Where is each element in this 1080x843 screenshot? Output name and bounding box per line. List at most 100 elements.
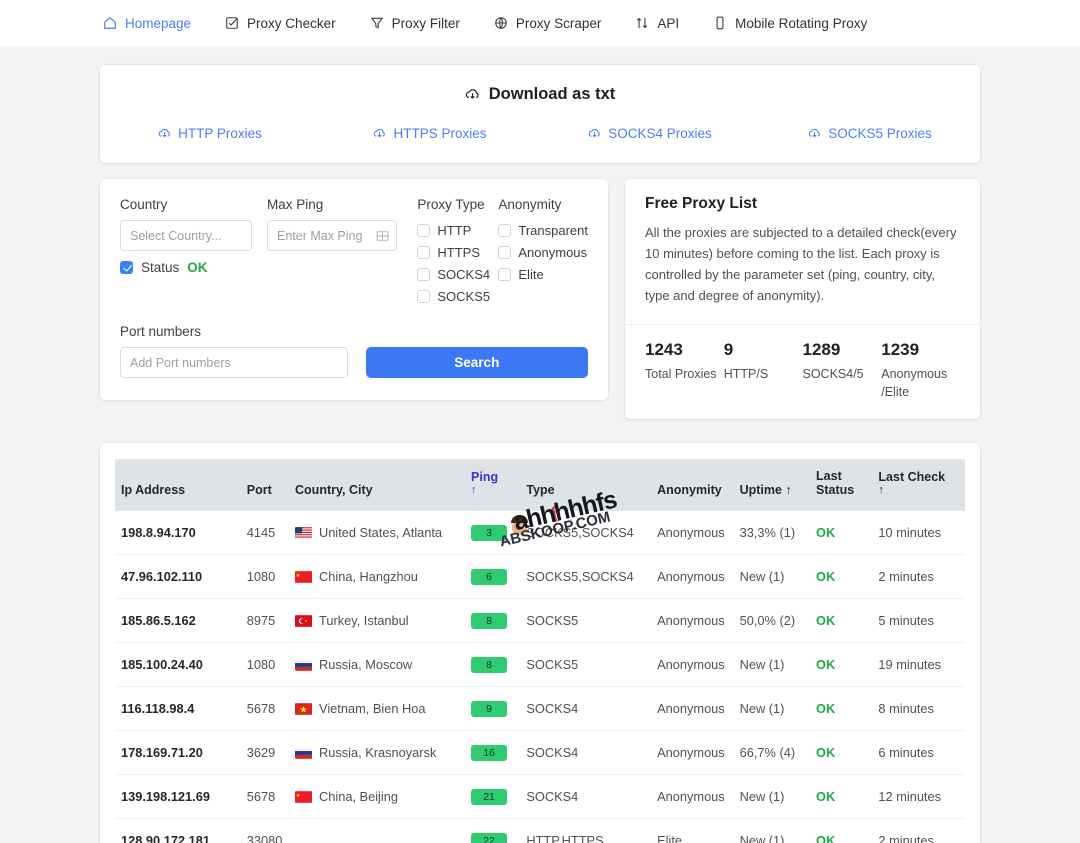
nav-label: Proxy Filter	[392, 16, 460, 31]
stepper-icon[interactable]	[376, 230, 389, 242]
checkbox[interactable]	[417, 246, 430, 259]
cell-anonymity: Anonymous	[651, 775, 733, 819]
status-badge: OK	[816, 569, 835, 584]
info-description: All the proxies are subjected to a detai…	[645, 222, 960, 306]
download-http-proxies[interactable]: HTTP Proxies	[100, 126, 320, 141]
status-ok-filter[interactable]: Status OK	[120, 260, 252, 275]
col-country-city[interactable]: Country, City	[289, 459, 465, 511]
checkbox[interactable]	[498, 246, 511, 259]
table-head: Ip Address Port Country, City Ping ↑ Typ…	[115, 459, 965, 511]
download-title-text: Download as txt	[489, 85, 616, 104]
cell-country-city: ,	[289, 819, 465, 843]
download-socks4-proxies[interactable]: SOCKS4 Proxies	[540, 126, 760, 141]
anonymity-option-elite[interactable]: Elite	[498, 264, 588, 284]
nav-label: Proxy Scraper	[516, 16, 602, 31]
status-checkbox[interactable]	[120, 261, 133, 274]
cell-ping: 8	[465, 643, 520, 687]
col-ip-address[interactable]: Ip Address	[115, 459, 241, 511]
flag-icon-vn	[295, 703, 312, 715]
cell-port: 5678	[241, 775, 289, 819]
cell-type: SOCKS4	[520, 687, 651, 731]
table-row[interactable]: 47.96.102.1101080China, Hangzhou6SOCKS5,…	[115, 555, 965, 599]
search-button[interactable]: Search	[366, 347, 588, 378]
nav-label: Homepage	[125, 16, 191, 31]
table-row[interactable]: 185.100.24.401080Russia, Moscow8SOCKS5An…	[115, 643, 965, 687]
option-label: HTTPS	[437, 245, 480, 260]
table-row[interactable]: 185.86.5.1628975Turkey, Istanbul8SOCKS5A…	[115, 599, 965, 643]
cell-country-city: United States, Atlanta	[289, 511, 465, 555]
anonymity-option-anonymous[interactable]: Anonymous	[498, 242, 588, 262]
col-uptime[interactable]: Uptime ↑	[734, 459, 810, 511]
nav-label: API	[657, 16, 679, 31]
table-row[interactable]: 128.90.172.18133080,22HTTP,HTTPSEliteNew…	[115, 819, 965, 843]
download-link-label: HTTPS Proxies	[393, 126, 486, 141]
ping-badge: 6	[471, 569, 507, 585]
cell-type: SOCKS5,SOCKS4	[520, 555, 651, 599]
download-socks5-proxies[interactable]: SOCKS5 Proxies	[760, 126, 980, 141]
checkbox[interactable]	[417, 224, 430, 237]
cell-uptime: New (1)	[734, 819, 810, 843]
filter-panel: Country Select Country... Status OK Max …	[100, 179, 608, 400]
country-city-text: Russia, Krasnoyarsk	[319, 745, 436, 760]
cell-country-city: Turkey, Istanbul	[289, 599, 465, 643]
col-ping-label: Ping	[471, 470, 498, 484]
col-last-check[interactable]: Last Check ↑	[872, 459, 965, 511]
cell-ip-address: 178.169.71.20	[115, 731, 241, 775]
cell-last-check: 6 minutes	[872, 731, 965, 775]
stat-total-proxies: 1243 Total Proxies	[645, 340, 724, 401]
table-row[interactable]: 198.8.94.1704145United States, Atlanta3S…	[115, 511, 965, 555]
country-select[interactable]: Select Country...	[120, 220, 252, 251]
nav-item-api[interactable]: API	[635, 16, 679, 31]
checkbox[interactable]	[498, 268, 511, 281]
download-link-label: SOCKS5 Proxies	[828, 126, 932, 141]
cell-country-city: Russia, Moscow	[289, 643, 465, 687]
checkbox[interactable]	[417, 268, 430, 281]
cell-ping: 8	[465, 599, 520, 643]
cell-type: SOCKS4	[520, 731, 651, 775]
ping-badge: 16	[471, 745, 507, 761]
checkbox[interactable]	[498, 224, 511, 237]
stat-socks45: 1289 SOCKS4/5	[803, 340, 882, 401]
table-row[interactable]: 178.169.71.203629Russia, Krasnoyarsk16SO…	[115, 731, 965, 775]
cell-anonymity: Anonymous	[651, 511, 733, 555]
nav-item-proxy-checker[interactable]: Proxy Checker	[225, 16, 336, 31]
nav-item-homepage[interactable]: Homepage	[103, 16, 191, 31]
proxytype-option-socks5[interactable]: SOCKS5	[417, 286, 485, 306]
cell-last-status: OK	[810, 819, 872, 843]
country-city-text: Russia, Moscow	[319, 657, 412, 672]
proxytype-option-socks4[interactable]: SOCKS4	[417, 264, 485, 284]
table-row[interactable]: 116.118.98.45678Vietnam, Bien Hoa9SOCKS4…	[115, 687, 965, 731]
nav-item-mobile-rotating-proxy[interactable]: Mobile Rotating Proxy	[713, 16, 867, 31]
cell-anonymity: Anonymous	[651, 731, 733, 775]
col-port[interactable]: Port	[241, 459, 289, 511]
nav-item-proxy-scraper[interactable]: Proxy Scraper	[494, 16, 602, 31]
col-ping[interactable]: Ping ↑	[465, 459, 520, 511]
cell-last-status: OK	[810, 555, 872, 599]
cell-uptime: New (1)	[734, 687, 810, 731]
proxy-table-card: Ip Address Port Country, City Ping ↑ Typ…	[100, 443, 980, 843]
col-last-status[interactable]: Last Status	[810, 459, 872, 511]
download-https-proxies[interactable]: HTTPS Proxies	[320, 126, 540, 141]
col-anonymity[interactable]: Anonymity	[651, 459, 733, 511]
nav-item-proxy-filter[interactable]: Proxy Filter	[370, 16, 460, 31]
stat-value: 9	[724, 340, 803, 360]
swap-arrows-icon	[635, 16, 649, 30]
table-row[interactable]: 139.198.121.695678China, Beijing21SOCKS4…	[115, 775, 965, 819]
checkbox[interactable]	[417, 290, 430, 303]
free-proxy-list-info-card: Free Proxy List All the proxies are subj…	[625, 179, 980, 419]
country-city-text: China, Hangzhou	[319, 569, 418, 584]
country-city-text: Turkey, Istanbul	[319, 613, 409, 628]
proxytype-option-http[interactable]: HTTP	[417, 220, 485, 240]
proxytype-option-https[interactable]: HTTPS	[417, 242, 485, 262]
option-label: SOCKS4	[437, 267, 490, 282]
cell-country-city: China, Hangzhou	[289, 555, 465, 599]
cell-port: 4145	[241, 511, 289, 555]
stat-label: Total Proxies	[645, 365, 724, 383]
cell-type: SOCKS4	[520, 775, 651, 819]
info-title: Free Proxy List	[645, 195, 960, 213]
cell-last-status: OK	[810, 775, 872, 819]
col-type[interactable]: Type	[520, 459, 651, 511]
cell-type: SOCKS5	[520, 599, 651, 643]
anonymity-option-transparent[interactable]: Transparent	[498, 220, 588, 240]
port-numbers-input[interactable]: Add Port numbers	[120, 347, 348, 378]
